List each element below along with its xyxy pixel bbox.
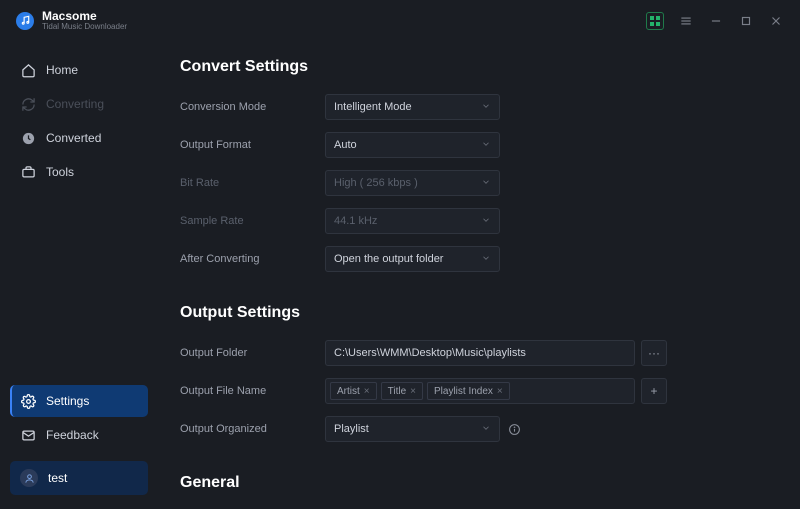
select-sample-rate: 44.1 kHz: [325, 208, 500, 234]
close-button[interactable]: [768, 13, 784, 29]
select-value: High ( 256 kbps ): [334, 177, 418, 189]
label-output-organized: Output Organized: [180, 423, 325, 435]
sidebar-item-feedback[interactable]: Feedback: [10, 419, 148, 451]
maximize-button[interactable]: [738, 13, 754, 29]
titlebar: Macsome Tidal Music Downloader: [0, 0, 800, 42]
chevron-down-icon: [481, 215, 491, 228]
main-panel: Convert Settings Conversion Mode Intelli…: [158, 42, 800, 509]
sidebar-item-label: Converting: [46, 97, 104, 111]
filename-tag[interactable]: Artist×: [330, 382, 377, 400]
chevron-down-icon: [481, 139, 491, 152]
layout-grid-button[interactable]: [646, 12, 664, 30]
label-bit-rate: Bit Rate: [180, 177, 325, 189]
sidebar-item-label: Home: [46, 63, 78, 77]
settings-icon: [20, 393, 36, 409]
info-icon[interactable]: [508, 423, 521, 436]
label-after-converting: After Converting: [180, 253, 325, 265]
remove-tag-icon[interactable]: ×: [364, 386, 370, 397]
chevron-down-icon: [481, 177, 491, 190]
converting-icon: [20, 96, 36, 112]
chevron-down-icon: [481, 101, 491, 114]
avatar-icon: [20, 469, 38, 487]
converted-icon: [20, 130, 36, 146]
sidebar-item-converting: Converting: [10, 88, 148, 120]
filename-tag[interactable]: Playlist Index×: [427, 382, 510, 400]
select-conversion-mode[interactable]: Intelligent Mode: [325, 94, 500, 120]
brand-icon: [16, 12, 34, 30]
feedback-icon: [20, 427, 36, 443]
sidebar-item-converted[interactable]: Converted: [10, 122, 148, 154]
select-value: 44.1 kHz: [334, 215, 377, 227]
select-after-converting[interactable]: Open the output folder: [325, 246, 500, 272]
home-icon: [20, 62, 36, 78]
select-value: Playlist: [334, 423, 369, 435]
tools-icon: [20, 164, 36, 180]
sidebar: Home Converting Converted Tools: [0, 42, 158, 509]
user-name: test: [48, 471, 67, 485]
minimize-button[interactable]: [708, 13, 724, 29]
select-value: Auto: [334, 139, 357, 151]
select-bit-rate: High ( 256 kbps ): [325, 170, 500, 196]
chevron-down-icon: [481, 253, 491, 266]
input-output-folder[interactable]: C:\Users\WMM\Desktop\Music\playlists: [325, 340, 635, 366]
chevron-down-icon: [481, 423, 491, 436]
label-sample-rate: Sample Rate: [180, 215, 325, 227]
sidebar-item-settings[interactable]: Settings: [10, 385, 148, 417]
label-output-file-name: Output File Name: [180, 385, 325, 397]
section-title-output: Output Settings: [180, 304, 766, 322]
section-title-convert: Convert Settings: [180, 58, 766, 76]
input-value: C:\Users\WMM\Desktop\Music\playlists: [334, 347, 526, 359]
select-value: Open the output folder: [334, 253, 443, 265]
label-conversion-mode: Conversion Mode: [180, 101, 325, 113]
select-output-organized[interactable]: Playlist: [325, 416, 500, 442]
select-value: Intelligent Mode: [334, 101, 412, 113]
sidebar-item-label: Feedback: [46, 428, 99, 442]
browse-folder-button[interactable]: ···: [641, 340, 667, 366]
section-title-general: General: [180, 474, 766, 492]
sidebar-item-home[interactable]: Home: [10, 54, 148, 86]
sidebar-item-label: Converted: [46, 131, 101, 145]
filename-tag[interactable]: Title×: [381, 382, 423, 400]
label-output-format: Output Format: [180, 139, 325, 151]
sidebar-item-label: Settings: [46, 394, 89, 408]
add-tag-button[interactable]: +: [641, 378, 667, 404]
remove-tag-icon[interactable]: ×: [497, 386, 503, 397]
brand-subtitle: Tidal Music Downloader: [42, 23, 127, 32]
sidebar-item-label: Tools: [46, 165, 74, 179]
menu-icon[interactable]: [678, 13, 694, 29]
user-chip[interactable]: test: [10, 461, 148, 495]
brand: Macsome Tidal Music Downloader: [16, 10, 127, 32]
select-output-format[interactable]: Auto: [325, 132, 500, 158]
remove-tag-icon[interactable]: ×: [410, 386, 416, 397]
filename-tags-box[interactable]: Artist× Title× Playlist Index×: [325, 378, 635, 404]
label-output-folder: Output Folder: [180, 347, 325, 359]
sidebar-item-tools[interactable]: Tools: [10, 156, 148, 188]
